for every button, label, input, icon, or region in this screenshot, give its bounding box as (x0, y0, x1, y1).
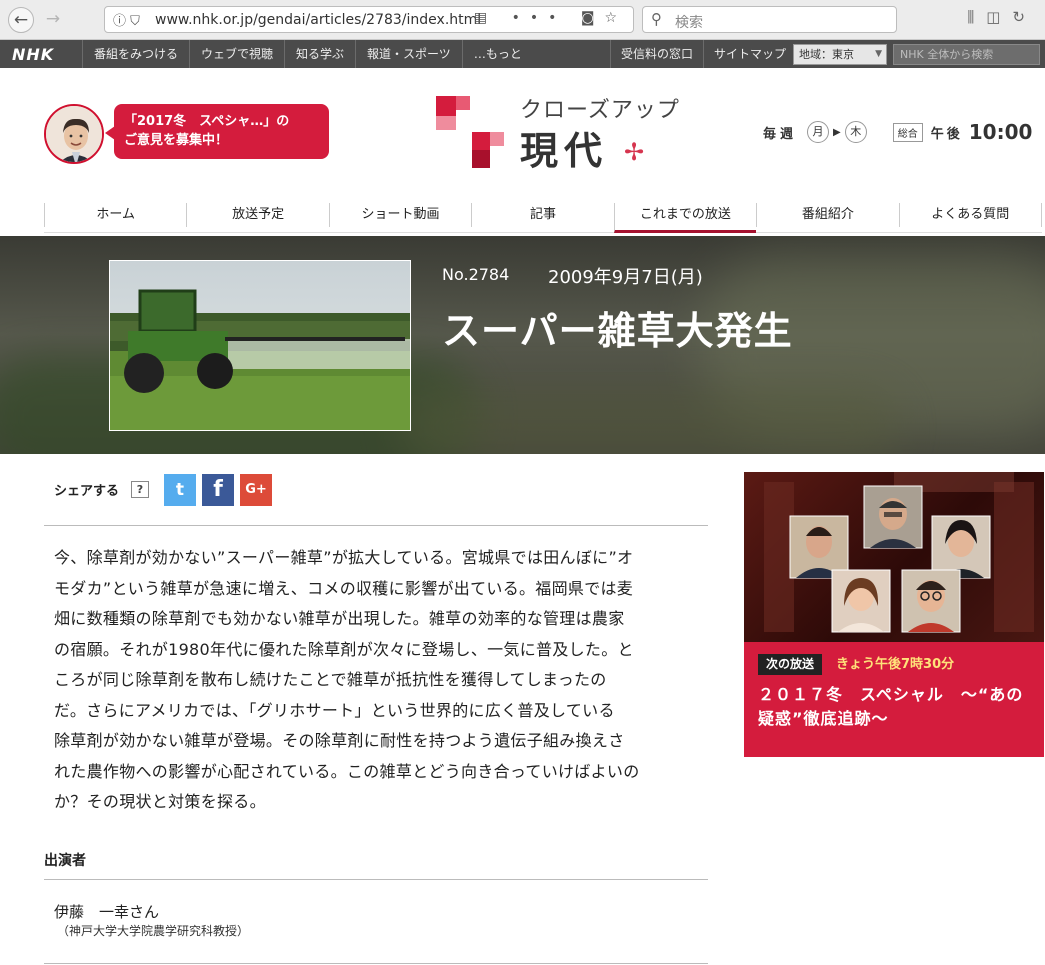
google-plus-icon: G+ (245, 482, 267, 497)
host-portrait-icon (46, 106, 102, 162)
nhk-link-fees[interactable]: 受信料の窓口 (610, 40, 703, 68)
episode-summary: 今、除草剤が効かない”スーパー雑草”が拡大している。宮城県では田んぼに”オ モダ… (54, 543, 702, 818)
forward-arrow-icon[interactable]: → (40, 7, 66, 33)
tab-articles[interactable]: 記事 (471, 203, 613, 227)
next-broadcast-time: きょう午後7時30分 (836, 657, 955, 672)
nhk-logo[interactable]: NHK (12, 45, 54, 64)
library-icon[interactable]: ⫼ (967, 8, 986, 26)
schedule-day-to: 木 (844, 121, 867, 143)
nhk-link-learn[interactable]: 知る学ぶ (284, 40, 355, 68)
cast-affiliation: （神戸大学大学院農学研究科教授） (57, 924, 250, 938)
hero-background-field (400, 386, 900, 454)
episode-date: 2009年9月7日(月) (548, 267, 703, 288)
schedule-time: 10:00 (968, 120, 1033, 144)
url-text[interactable]: www.nhk.or.jp/gendai/articles/2783/index… (155, 12, 481, 28)
next-broadcast-panel[interactable]: 次の放送 きょう午後7時30分 ２０１７冬 スペシャル ～“あの疑惑”徹底追跡～ (744, 642, 1044, 757)
play-arrow-icon: ▶ (833, 126, 841, 138)
summary-line: か？その現状と対策を探る。 (54, 792, 266, 811)
channel-badge: 総合 (892, 122, 923, 142)
tab-schedule[interactable]: 放送予定 (186, 203, 328, 227)
summary-line: だ。さらにアメリカでは、「グリホサート」という世界的に広く普及している (54, 700, 615, 720)
guest-photos-image (764, 472, 1034, 633)
nhk-nav-links: 番組をみつける ウェブで視聴 知る学ぶ 報道・スポーツ …もっと (82, 40, 533, 68)
browser-right-icons: ⫼◫↻ (967, 8, 1037, 26)
episode-thumbnail (109, 260, 411, 431)
episode-hero: No.2784 2009年9月7日(月) スーパー雑草大発生 (0, 236, 1045, 454)
feedback-speech-bubble[interactable]: 「2017冬 スペシャ…」の ご意見を募集中！ (105, 104, 329, 159)
nhk-global-nav: NHK 番組をみつける ウェブで視聴 知る学ぶ 報道・スポーツ …もっと 受信料… (0, 40, 1045, 68)
feedback-bubble-text: 「2017冬 スペシャ…」の ご意見を募集中！ (124, 114, 290, 148)
tab-home[interactable]: ホーム (44, 203, 186, 227)
tab-program-info[interactable]: 番組紹介 (756, 203, 898, 227)
site-info-icon[interactable]: ⓘ ⛉ (113, 10, 140, 29)
divider (44, 963, 708, 964)
sync-icon[interactable]: ↻ (1012, 8, 1037, 26)
help-icon[interactable]: ? (131, 481, 149, 498)
summary-line: 除草剤が効かない雑草が登場。その除草剤に耐性を持つよう遺伝子組み換えさ (54, 731, 625, 750)
browser-search-placeholder: 検索 (675, 15, 703, 31)
nhk-link-more[interactable]: …もっと (461, 40, 533, 68)
next-broadcast-image[interactable] (744, 472, 1044, 642)
browser-search-box[interactable]: ⚲ 検索 (642, 6, 897, 33)
nhk-link-sitemap[interactable]: サイトマップ (703, 40, 796, 68)
program-logo-title: 現代 (520, 129, 609, 173)
search-icon: ⚲ (651, 10, 662, 28)
divider (44, 525, 708, 526)
browser-toolbar: ← → ⓘ ⛉ www.nhk.or.jp/gendai/articles/27… (0, 0, 1045, 40)
summary-line: れた農作物への影響が心配されている。この雑草とどう向き合っていけばよいの (54, 761, 640, 781)
chevron-down-icon: ▼ (875, 49, 882, 59)
nhk-link-watch-web[interactable]: ウェブで視聴 (189, 40, 284, 68)
google-plus-share-button[interactable]: G+ (240, 474, 272, 506)
summary-line: 今、除草剤が効かない”スーパー雑草”が拡大している。宮城県では田んぼに”オ (54, 548, 634, 567)
plus-icon: ✢ (624, 138, 645, 166)
summary-line: 畑に数種類の除草剤でも効かない雑草が出現した。雑草の効率的な管理は農家 (54, 609, 625, 628)
pocket-icon[interactable]: ◙ (581, 10, 605, 26)
nhk-link-find-programs[interactable]: 番組をみつける (82, 40, 189, 68)
reader-view-icon[interactable]: ▤ (474, 10, 497, 26)
twitter-icon: t (175, 480, 185, 500)
tab-faq[interactable]: よくある質問 (898, 203, 1042, 227)
region-value: 地域：東京 (799, 48, 854, 61)
back-arrow-icon[interactable]: ← (8, 7, 34, 33)
facebook-icon: f (213, 477, 223, 502)
share-label: シェアする (54, 484, 120, 499)
region-select[interactable]: 地域：東京 ▼ (793, 44, 887, 65)
schedule-day-from: 月 (807, 121, 830, 143)
summary-line: モダカ”という雑草が急速に増え、コメの収穫に影響が出ている。福岡県では麦 (54, 578, 634, 598)
host-avatar[interactable] (44, 104, 104, 164)
next-broadcast-title[interactable]: ２０１７冬 スペシャル ～“あの疑惑”徹底追跡～ (758, 683, 1038, 731)
bookmark-star-icon[interactable]: ☆ (604, 10, 627, 26)
divider (44, 879, 708, 880)
schedule-prefix: 毎週 (763, 126, 798, 142)
more-icon[interactable]: ••• (512, 10, 567, 26)
nhk-right-links: 受信料の窓口 サイトマップ (610, 40, 796, 68)
cast-name: 伊藤 一幸さん (54, 903, 160, 921)
tab-short-video[interactable]: ショート動画 (328, 203, 471, 227)
sidebar-icon[interactable]: ◫ (986, 8, 1012, 26)
url-actions[interactable]: ▤ ••• ◙☆ (474, 10, 627, 26)
cast-heading: 出演者 (44, 853, 86, 869)
broadcast-schedule: 毎週 月 ▶ 木 総合 午後 10:00 (763, 120, 1033, 144)
facebook-share-button[interactable]: f (202, 474, 234, 506)
episode-number: No.2784 (442, 265, 510, 284)
tractor-field-image (110, 261, 410, 430)
program-tab-nav: ホーム 放送予定 ショート動画 記事 これまでの放送 番組紹介 よくある質問 (44, 203, 1042, 233)
program-logo-mark[interactable] (436, 96, 506, 168)
summary-line: ころが同じ除草剤を散布し続けたことで雑草が抵抗性を獲得してしまったの (54, 670, 607, 689)
tab-past-broadcasts[interactable]: これまでの放送 (613, 203, 757, 233)
nhk-search-input[interactable]: NHK 全体から検索 (893, 44, 1040, 65)
twitter-share-button[interactable]: t (164, 474, 196, 506)
next-broadcast-label: 次の放送 (758, 654, 823, 675)
nhk-link-news-sports[interactable]: 報道・スポーツ (355, 40, 462, 68)
url-bar[interactable]: ⓘ ⛉ www.nhk.or.jp/gendai/articles/2783/i… (104, 6, 634, 33)
episode-title: スーパー雑草大発生 (442, 309, 793, 353)
schedule-ampm: 午後 (930, 126, 963, 142)
summary-line: の宿願。それが1980年代に優れた除草剤が次々に登場し、一気に普及した。と (54, 639, 634, 659)
